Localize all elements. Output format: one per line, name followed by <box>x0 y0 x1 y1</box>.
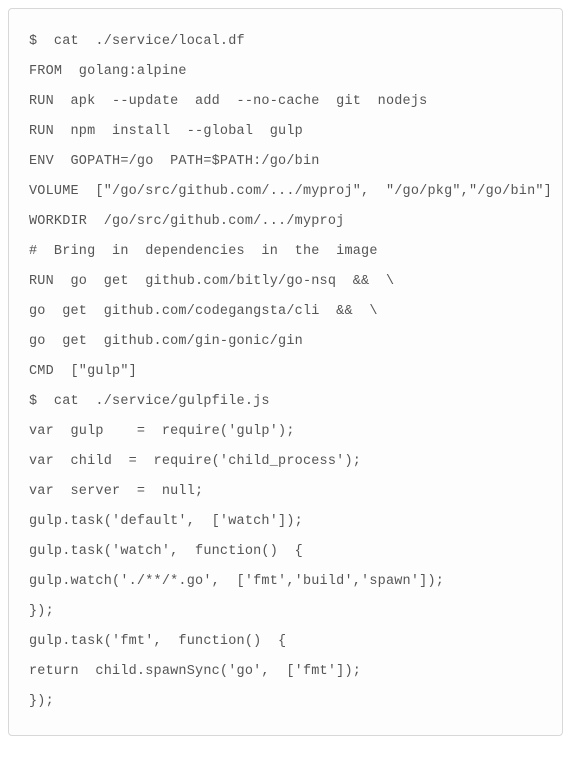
code-line: }); <box>29 687 562 717</box>
code-line: RUN apk --update add --no-cache git node… <box>29 87 562 117</box>
code-line: gulp.task('watch', function() { <box>29 537 562 567</box>
code-line: gulp.watch('./**/*.go', ['fmt','build','… <box>29 567 562 597</box>
code-line: var child = require('child_process'); <box>29 447 562 477</box>
code-line: gulp.task('fmt', function() { <box>29 627 562 657</box>
code-line: RUN go get github.com/bitly/go-nsq && \ <box>29 267 562 297</box>
code-line: ENV GOPATH=/go PATH=$PATH:/go/bin <box>29 147 562 177</box>
code-line: $ cat ./service/gulpfile.js <box>29 387 562 417</box>
code-line: VOLUME ["/go/src/github.com/.../myproj",… <box>29 177 562 207</box>
code-line: FROM golang:alpine <box>29 57 562 87</box>
code-line: var server = null; <box>29 477 562 507</box>
code-line: $ cat ./service/local.df <box>29 27 562 57</box>
code-line: gulp.task('default', ['watch']); <box>29 507 562 537</box>
code-line: go get github.com/gin-gonic/gin <box>29 327 562 357</box>
code-line: RUN npm install --global gulp <box>29 117 562 147</box>
code-block: $ cat ./service/local.df FROM golang:alp… <box>8 8 563 736</box>
code-line: var gulp = require('gulp'); <box>29 417 562 447</box>
code-line: }); <box>29 597 562 627</box>
code-line: go get github.com/codegangsta/cli && \ <box>29 297 562 327</box>
code-line: CMD ["gulp"] <box>29 357 562 387</box>
code-line: return child.spawnSync('go', ['fmt']); <box>29 657 562 687</box>
code-line: WORKDIR /go/src/github.com/.../myproj <box>29 207 562 237</box>
code-line: # Bring in dependencies in the image <box>29 237 562 267</box>
